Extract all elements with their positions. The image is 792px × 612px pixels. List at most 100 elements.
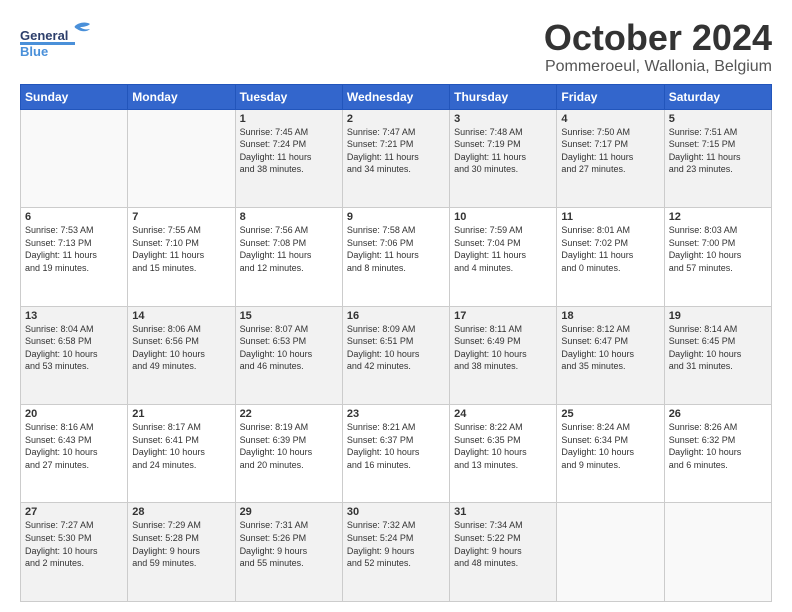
day-cell: 4Sunrise: 7:50 AM Sunset: 7:17 PM Daylig…	[557, 109, 664, 207]
day-info: Sunrise: 8:16 AM Sunset: 6:43 PM Dayligh…	[25, 421, 123, 471]
day-number: 16	[347, 310, 445, 322]
day-number: 9	[347, 211, 445, 223]
day-info: Sunrise: 8:07 AM Sunset: 6:53 PM Dayligh…	[240, 323, 338, 373]
day-number: 30	[347, 506, 445, 518]
day-info: Sunrise: 8:06 AM Sunset: 6:56 PM Dayligh…	[132, 323, 230, 373]
day-info: Sunrise: 7:53 AM Sunset: 7:13 PM Dayligh…	[25, 224, 123, 274]
day-info: Sunrise: 7:34 AM Sunset: 5:22 PM Dayligh…	[454, 519, 552, 569]
week-row-3: 13Sunrise: 8:04 AM Sunset: 6:58 PM Dayli…	[21, 306, 772, 404]
month-title: October 2024	[544, 18, 772, 58]
col-friday: Friday	[557, 84, 664, 109]
day-number: 17	[454, 310, 552, 322]
day-info: Sunrise: 7:29 AM Sunset: 5:28 PM Dayligh…	[132, 519, 230, 569]
day-info: Sunrise: 8:26 AM Sunset: 6:32 PM Dayligh…	[669, 421, 767, 471]
svg-text:Blue: Blue	[20, 44, 48, 59]
day-number: 12	[669, 211, 767, 223]
day-cell	[21, 109, 128, 207]
day-number: 6	[25, 211, 123, 223]
calendar-table: Sunday Monday Tuesday Wednesday Thursday…	[20, 84, 772, 602]
day-number: 15	[240, 310, 338, 322]
day-number: 5	[669, 113, 767, 125]
week-row-2: 6Sunrise: 7:53 AM Sunset: 7:13 PM Daylig…	[21, 208, 772, 306]
day-info: Sunrise: 7:31 AM Sunset: 5:26 PM Dayligh…	[240, 519, 338, 569]
day-number: 20	[25, 408, 123, 420]
col-saturday: Saturday	[664, 84, 771, 109]
day-cell: 16Sunrise: 8:09 AM Sunset: 6:51 PM Dayli…	[342, 306, 449, 404]
week-row-4: 20Sunrise: 8:16 AM Sunset: 6:43 PM Dayli…	[21, 405, 772, 503]
day-cell	[128, 109, 235, 207]
day-number: 4	[561, 113, 659, 125]
day-info: Sunrise: 7:56 AM Sunset: 7:08 PM Dayligh…	[240, 224, 338, 274]
logo-svg: General Blue	[20, 18, 110, 63]
day-cell: 5Sunrise: 7:51 AM Sunset: 7:15 PM Daylig…	[664, 109, 771, 207]
title-block: October 2024 Pommeroeul, Wallonia, Belgi…	[544, 18, 772, 76]
day-number: 3	[454, 113, 552, 125]
day-info: Sunrise: 7:45 AM Sunset: 7:24 PM Dayligh…	[240, 126, 338, 176]
day-info: Sunrise: 8:14 AM Sunset: 6:45 PM Dayligh…	[669, 323, 767, 373]
day-cell: 9Sunrise: 7:58 AM Sunset: 7:06 PM Daylig…	[342, 208, 449, 306]
day-cell	[557, 503, 664, 602]
col-monday: Monday	[128, 84, 235, 109]
day-number: 2	[347, 113, 445, 125]
week-row-5: 27Sunrise: 7:27 AM Sunset: 5:30 PM Dayli…	[21, 503, 772, 602]
col-thursday: Thursday	[450, 84, 557, 109]
header: General Blue October 2024 Pommeroeul, Wa…	[20, 18, 772, 76]
day-cell: 25Sunrise: 8:24 AM Sunset: 6:34 PM Dayli…	[557, 405, 664, 503]
day-info: Sunrise: 8:21 AM Sunset: 6:37 PM Dayligh…	[347, 421, 445, 471]
day-cell: 20Sunrise: 8:16 AM Sunset: 6:43 PM Dayli…	[21, 405, 128, 503]
day-cell: 31Sunrise: 7:34 AM Sunset: 5:22 PM Dayli…	[450, 503, 557, 602]
day-number: 19	[669, 310, 767, 322]
day-info: Sunrise: 7:55 AM Sunset: 7:10 PM Dayligh…	[132, 224, 230, 274]
day-info: Sunrise: 8:04 AM Sunset: 6:58 PM Dayligh…	[25, 323, 123, 373]
day-cell: 29Sunrise: 7:31 AM Sunset: 5:26 PM Dayli…	[235, 503, 342, 602]
day-cell: 21Sunrise: 8:17 AM Sunset: 6:41 PM Dayli…	[128, 405, 235, 503]
day-info: Sunrise: 7:59 AM Sunset: 7:04 PM Dayligh…	[454, 224, 552, 274]
day-cell: 22Sunrise: 8:19 AM Sunset: 6:39 PM Dayli…	[235, 405, 342, 503]
day-number: 23	[347, 408, 445, 420]
day-info: Sunrise: 7:27 AM Sunset: 5:30 PM Dayligh…	[25, 519, 123, 569]
day-number: 27	[25, 506, 123, 518]
logo: General Blue	[20, 18, 110, 63]
day-number: 1	[240, 113, 338, 125]
day-number: 22	[240, 408, 338, 420]
day-info: Sunrise: 7:50 AM Sunset: 7:17 PM Dayligh…	[561, 126, 659, 176]
day-number: 13	[25, 310, 123, 322]
week-row-1: 1Sunrise: 7:45 AM Sunset: 7:24 PM Daylig…	[21, 109, 772, 207]
day-cell: 11Sunrise: 8:01 AM Sunset: 7:02 PM Dayli…	[557, 208, 664, 306]
day-cell: 10Sunrise: 7:59 AM Sunset: 7:04 PM Dayli…	[450, 208, 557, 306]
day-number: 7	[132, 211, 230, 223]
day-info: Sunrise: 7:58 AM Sunset: 7:06 PM Dayligh…	[347, 224, 445, 274]
day-cell	[664, 503, 771, 602]
day-info: Sunrise: 8:11 AM Sunset: 6:49 PM Dayligh…	[454, 323, 552, 373]
day-number: 18	[561, 310, 659, 322]
day-cell: 13Sunrise: 8:04 AM Sunset: 6:58 PM Dayli…	[21, 306, 128, 404]
day-cell: 24Sunrise: 8:22 AM Sunset: 6:35 PM Dayli…	[450, 405, 557, 503]
day-cell: 19Sunrise: 8:14 AM Sunset: 6:45 PM Dayli…	[664, 306, 771, 404]
day-cell: 30Sunrise: 7:32 AM Sunset: 5:24 PM Dayli…	[342, 503, 449, 602]
day-info: Sunrise: 7:51 AM Sunset: 7:15 PM Dayligh…	[669, 126, 767, 176]
day-cell: 1Sunrise: 7:45 AM Sunset: 7:24 PM Daylig…	[235, 109, 342, 207]
header-row: Sunday Monday Tuesday Wednesday Thursday…	[21, 84, 772, 109]
day-cell: 23Sunrise: 8:21 AM Sunset: 6:37 PM Dayli…	[342, 405, 449, 503]
day-cell: 14Sunrise: 8:06 AM Sunset: 6:56 PM Dayli…	[128, 306, 235, 404]
day-number: 28	[132, 506, 230, 518]
day-cell: 26Sunrise: 8:26 AM Sunset: 6:32 PM Dayli…	[664, 405, 771, 503]
location: Pommeroeul, Wallonia, Belgium	[544, 58, 772, 76]
day-cell: 6Sunrise: 7:53 AM Sunset: 7:13 PM Daylig…	[21, 208, 128, 306]
day-number: 29	[240, 506, 338, 518]
day-info: Sunrise: 8:01 AM Sunset: 7:02 PM Dayligh…	[561, 224, 659, 274]
day-number: 14	[132, 310, 230, 322]
page: General Blue October 2024 Pommeroeul, Wa…	[0, 0, 792, 612]
col-sunday: Sunday	[21, 84, 128, 109]
day-cell: 8Sunrise: 7:56 AM Sunset: 7:08 PM Daylig…	[235, 208, 342, 306]
day-cell: 17Sunrise: 8:11 AM Sunset: 6:49 PM Dayli…	[450, 306, 557, 404]
day-cell: 3Sunrise: 7:48 AM Sunset: 7:19 PM Daylig…	[450, 109, 557, 207]
day-cell: 7Sunrise: 7:55 AM Sunset: 7:10 PM Daylig…	[128, 208, 235, 306]
day-cell: 2Sunrise: 7:47 AM Sunset: 7:21 PM Daylig…	[342, 109, 449, 207]
day-info: Sunrise: 7:47 AM Sunset: 7:21 PM Dayligh…	[347, 126, 445, 176]
day-number: 31	[454, 506, 552, 518]
day-info: Sunrise: 8:24 AM Sunset: 6:34 PM Dayligh…	[561, 421, 659, 471]
day-number: 11	[561, 211, 659, 223]
day-info: Sunrise: 8:03 AM Sunset: 7:00 PM Dayligh…	[669, 224, 767, 274]
day-number: 10	[454, 211, 552, 223]
